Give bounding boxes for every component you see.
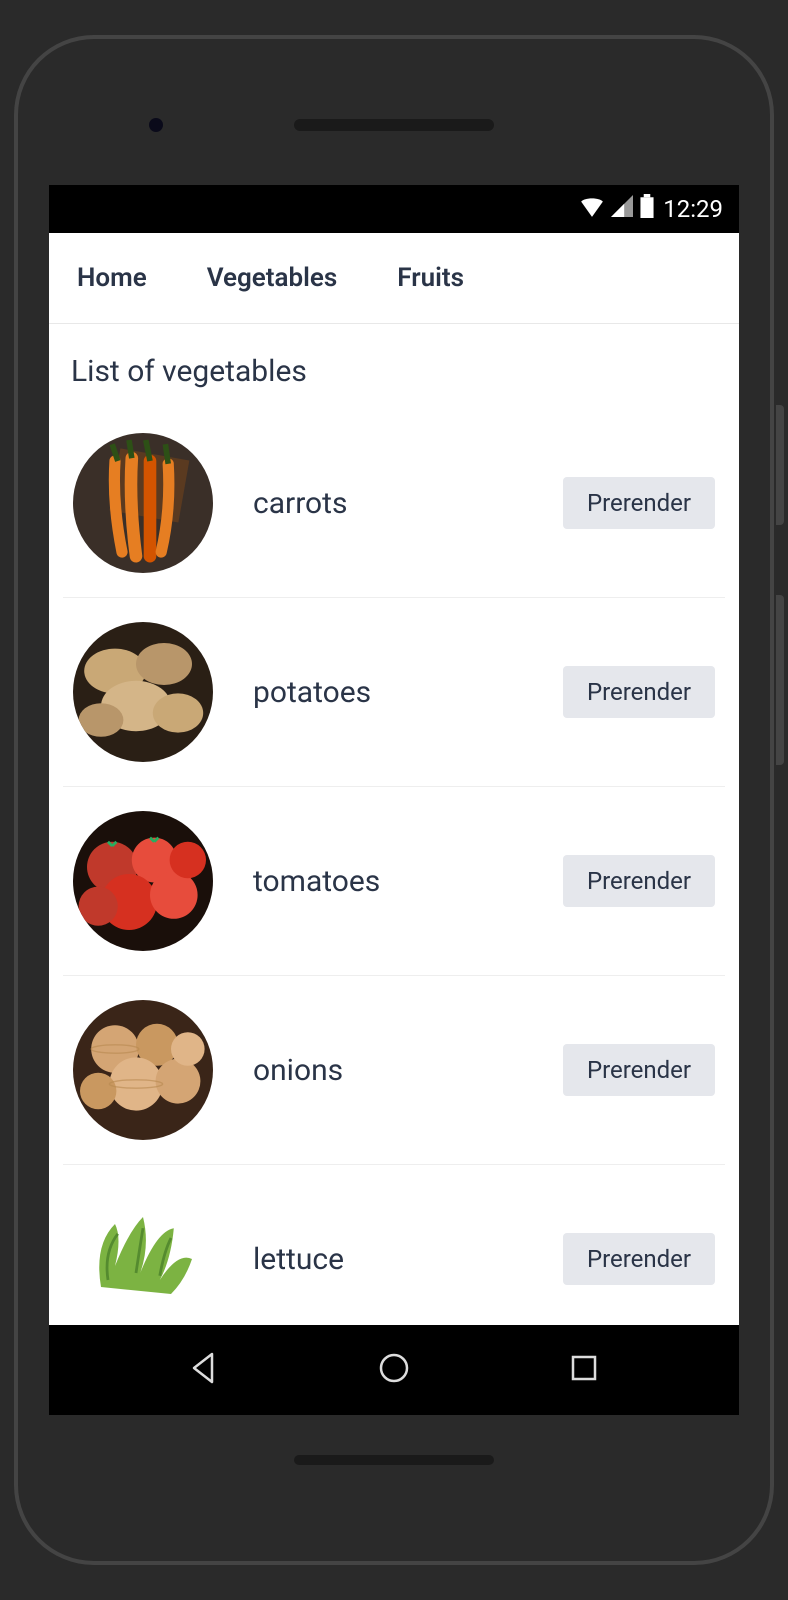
list-item[interactable]: potatoes Prerender [63,598,725,787]
phone-frame: 12:29 Home Vegetables Fruits List of veg… [14,35,774,1565]
recent-apps-button[interactable] [566,1350,602,1390]
bottom-speaker [294,1455,494,1465]
back-button[interactable] [186,1350,222,1390]
item-name: lettuce [253,1242,523,1277]
item-name: potatoes [253,675,523,710]
home-button[interactable] [376,1350,412,1390]
list-container: List of vegetables carrots [49,324,739,1325]
item-name: tomatoes [253,864,523,899]
potatoes-image [73,622,213,762]
screen: 12:29 Home Vegetables Fruits List of veg… [49,185,739,1415]
battery-icon [639,194,655,224]
item-name: carrots [253,486,523,521]
status-bar: 12:29 [49,185,739,233]
status-time: 12:29 [663,195,723,223]
android-nav-bar [49,1325,739,1415]
onions-image [73,1000,213,1140]
nav-item-home[interactable]: Home [77,263,147,293]
prerender-button[interactable]: Prerender [563,855,715,907]
camera-dot [149,118,163,132]
side-button [776,405,784,525]
wifi-icon [579,195,605,223]
list-item[interactable]: carrots Prerender [63,409,725,598]
side-button-2 [776,595,784,765]
app-content: Home Vegetables Fruits List of vegetable… [49,233,739,1325]
list-item[interactable]: tomatoes Prerender [63,787,725,976]
list-item[interactable]: lettuce Prerender [63,1165,725,1325]
list-title: List of vegetables [63,354,725,389]
status-icons [579,194,655,224]
cell-signal-icon [611,195,633,223]
phone-bottom [49,1415,739,1475]
speaker-grille [294,119,494,131]
lettuce-image [73,1189,213,1325]
prerender-button[interactable]: Prerender [563,666,715,718]
tomatoes-image [73,811,213,951]
nav-item-vegetables[interactable]: Vegetables [207,263,338,293]
item-name: onions [253,1053,523,1088]
phone-top [49,65,739,185]
nav-item-fruits[interactable]: Fruits [397,263,464,293]
prerender-button[interactable]: Prerender [563,477,715,529]
prerender-button[interactable]: Prerender [563,1044,715,1096]
carrots-image [73,433,213,573]
list-item[interactable]: onions Prerender [63,976,725,1165]
prerender-button[interactable]: Prerender [563,1233,715,1285]
top-nav: Home Vegetables Fruits [49,233,739,324]
